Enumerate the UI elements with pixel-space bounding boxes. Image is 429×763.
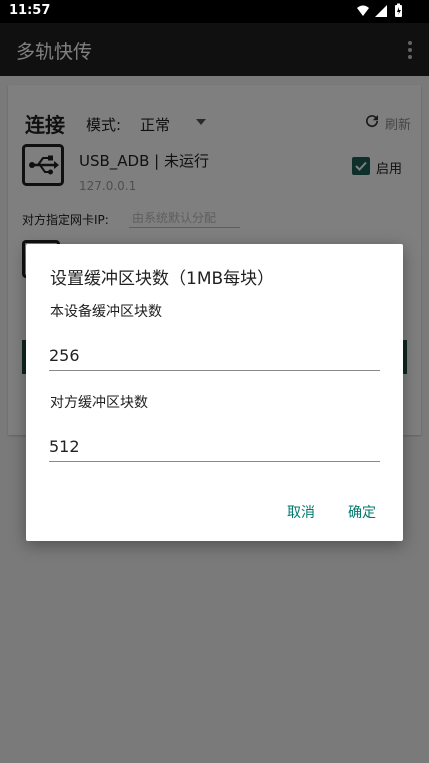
local-buffer-label: 本设备缓冲区块数 — [50, 304, 162, 320]
buffer-dialog: 设置缓冲区块数（1MB每块） 本设备缓冲区块数 对方缓冲区块数 取消 确定 — [26, 244, 403, 541]
status-bar: 11:57 — [0, 0, 429, 23]
local-buffer-input[interactable] — [49, 342, 380, 371]
cancel-button[interactable]: 取消 — [287, 502, 315, 522]
status-icons — [357, 3, 402, 17]
remote-buffer-input[interactable] — [49, 433, 380, 462]
battery-icon — [395, 3, 402, 17]
status-time: 11:57 — [9, 3, 51, 18]
signal-icon — [375, 5, 387, 17]
confirm-button[interactable]: 确定 — [348, 502, 376, 522]
wifi-icon — [357, 5, 369, 16]
remote-buffer-label: 对方缓冲区块数 — [50, 395, 148, 411]
dialog-title: 设置缓冲区块数（1MB每块） — [50, 269, 275, 289]
